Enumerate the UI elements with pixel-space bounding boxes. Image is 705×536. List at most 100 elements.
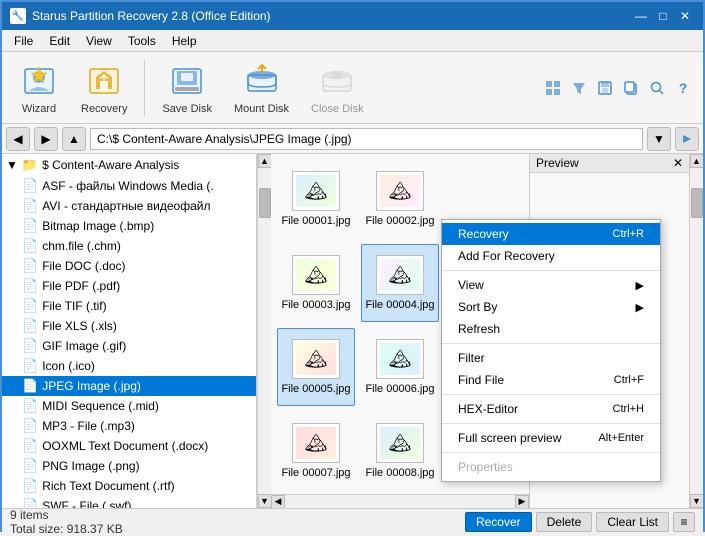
tree-root[interactable]: ▼ 📁 $ Content-Aware Analysis xyxy=(2,154,256,176)
content-vertical-scroll[interactable]: ▲ ▼ xyxy=(689,154,703,508)
tree-root-arrow: ▼ xyxy=(6,158,18,172)
menu-file[interactable]: File xyxy=(6,32,41,50)
context-menu-item[interactable]: Add For Recovery xyxy=(442,245,660,267)
toolbar-separator-1 xyxy=(144,60,145,116)
tree-item[interactable]: 📄JPEG Image (.jpg) xyxy=(2,376,256,396)
filter-icon-btn[interactable] xyxy=(567,76,591,100)
recovery-label: Recovery xyxy=(81,103,127,115)
status-size: Total size: 918.37 KB xyxy=(10,522,123,536)
main-area: ▼ 📁 $ Content-Aware Analysis 📄ASF - файл… xyxy=(2,154,703,508)
close-button[interactable]: ✕ xyxy=(675,6,695,26)
help-icon-btn[interactable]: ? xyxy=(671,76,695,100)
recovery-button[interactable]: Recovery xyxy=(72,56,136,120)
tree-item[interactable]: 📄AVI - стандартные видеофайл xyxy=(2,196,256,216)
context-menu-item[interactable]: RecoveryCtrl+R xyxy=(442,223,660,245)
content-scroll-up[interactable]: ▲ xyxy=(690,154,704,168)
dropdown-arrow[interactable]: ▼ xyxy=(647,127,671,151)
mount-disk-button[interactable]: Mount Disk xyxy=(225,56,298,120)
hscroll-left[interactable]: ◀ xyxy=(271,495,285,509)
app-icon: 🔧 xyxy=(10,8,26,24)
tree-item[interactable]: 📄File PDF (.pdf) xyxy=(2,276,256,296)
file-item[interactable]: 🏔 File 00003.jpg xyxy=(277,244,355,322)
context-menu-item[interactable]: Sort By▶ xyxy=(442,296,660,318)
content-scroll-thumb[interactable] xyxy=(691,188,703,218)
scroll-up-arrow[interactable]: ▲ xyxy=(258,154,272,168)
tree-item[interactable]: 📄ASF - файлы Windows Media (. xyxy=(2,176,256,196)
tree-item[interactable]: 📄Icon (.ico) xyxy=(2,356,256,376)
back-button[interactable]: ◀ xyxy=(6,127,30,151)
menu-edit[interactable]: Edit xyxy=(41,32,78,50)
tree-item[interactable]: 📄OOXML Text Document (.docx) xyxy=(2,436,256,456)
ctx-item-label: Sort By xyxy=(458,300,497,314)
ctx-item-label: Refresh xyxy=(458,322,500,336)
tree-item[interactable]: 📄File DOC (.doc) xyxy=(2,256,256,276)
context-menu-item[interactable]: Full screen previewAlt+Enter xyxy=(442,427,660,449)
wizard-button[interactable]: Wizard xyxy=(10,56,68,120)
tree-item[interactable]: 📄PNG Image (.png) xyxy=(2,456,256,476)
context-menu-separator xyxy=(442,423,660,424)
tree-item[interactable]: 📄File TIF (.tif) xyxy=(2,296,256,316)
view-icon-btn[interactable] xyxy=(541,76,565,100)
recovery-icon xyxy=(84,61,124,101)
context-menu-separator xyxy=(442,452,660,453)
save-icon-btn[interactable] xyxy=(593,76,617,100)
context-menu-item[interactable]: View▶ xyxy=(442,274,660,296)
maximize-button[interactable]: □ xyxy=(653,6,673,26)
context-menu-separator xyxy=(442,394,660,395)
tree-item[interactable]: 📄Rich Text Document (.rtf) xyxy=(2,476,256,496)
context-menu-item[interactable]: Find FileCtrl+F xyxy=(442,369,660,391)
forward-button[interactable]: ▶ xyxy=(34,127,58,151)
tree-item[interactable]: 📄File XLS (.xls) xyxy=(2,316,256,336)
address-input[interactable] xyxy=(90,128,643,150)
file-name: File 00001.jpg xyxy=(281,215,350,227)
clear-list-button[interactable]: Clear List xyxy=(596,512,669,532)
file-name: File 00003.jpg xyxy=(281,299,350,311)
copy-icon-btn[interactable] xyxy=(619,76,643,100)
hscroll-right[interactable]: ▶ xyxy=(515,495,529,509)
menu-tools[interactable]: Tools xyxy=(120,32,164,50)
file-item[interactable]: 🏔 File 00002.jpg xyxy=(361,160,439,238)
file-item[interactable]: 🏔 File 00005.jpg xyxy=(277,328,355,406)
ctx-item-shortcut: Alt+Enter xyxy=(598,432,644,444)
context-menu-item[interactable]: Refresh xyxy=(442,318,660,340)
tree-item[interactable]: 📄Bitmap Image (.bmp) xyxy=(2,216,256,236)
up-button[interactable]: ▲ xyxy=(62,127,86,151)
horizontal-scrollbar[interactable]: ◀ ▶ xyxy=(271,494,529,508)
scroll-track[interactable] xyxy=(258,168,272,494)
toolbar: Wizard Recovery Save Disk xyxy=(2,52,703,124)
file-item[interactable]: 🏔 File 00006.jpg xyxy=(361,328,439,406)
menu-help[interactable]: Help xyxy=(164,32,205,50)
tree-item[interactable]: 📄GIF Image (.gif) xyxy=(2,336,256,356)
delete-button[interactable]: Delete xyxy=(536,512,593,532)
content-scroll-track[interactable] xyxy=(690,168,704,494)
address-bar: ◀ ▶ ▲ ▼ xyxy=(2,124,703,154)
scroll-down-arrow[interactable]: ▼ xyxy=(258,494,272,508)
minimize-button[interactable]: — xyxy=(631,6,651,26)
status-items: 9 items xyxy=(10,508,49,522)
context-menu-item[interactable]: Filter xyxy=(442,347,660,369)
menu-view[interactable]: View xyxy=(78,32,120,50)
status-menu-button[interactable]: ≡ xyxy=(673,512,695,532)
preview-close-button[interactable]: ✕ xyxy=(673,156,683,170)
hscroll-track[interactable] xyxy=(285,495,515,509)
tree-item[interactable]: 📄SWF - File (.swf) xyxy=(2,496,256,508)
tree-item[interactable]: 📄MIDI Sequence (.mid) xyxy=(2,396,256,416)
save-disk-button[interactable]: Save Disk xyxy=(153,56,221,120)
file-item[interactable]: 🏔 File 00004.jpg xyxy=(361,244,439,322)
recover-button[interactable]: Recover xyxy=(465,512,532,532)
file-item[interactable]: 🏔 File 00001.jpg xyxy=(277,160,355,238)
tree-item[interactable]: 📄chm.file (.chm) xyxy=(2,236,256,256)
tree-vertical-scroll[interactable]: ▲ ▼ xyxy=(257,154,271,508)
file-item[interactable]: 🏔 File 00008.jpg xyxy=(361,412,439,490)
tree-item[interactable]: 📄MP3 - File (.mp3) xyxy=(2,416,256,436)
search-icon-btn[interactable] xyxy=(645,76,669,100)
go-button[interactable] xyxy=(675,127,699,151)
context-menu-item[interactable]: HEX-EditorCtrl+H xyxy=(442,398,660,420)
file-name: File 00008.jpg xyxy=(365,467,434,479)
file-thumbnail: 🏔 xyxy=(292,171,340,211)
close-disk-button[interactable]: Close Disk xyxy=(302,56,373,120)
content-scroll-down[interactable]: ▼ xyxy=(690,494,704,508)
scroll-thumb[interactable] xyxy=(259,188,271,218)
file-item[interactable]: 🏔 File 00007.jpg xyxy=(277,412,355,490)
file-name: File 00002.jpg xyxy=(365,215,434,227)
